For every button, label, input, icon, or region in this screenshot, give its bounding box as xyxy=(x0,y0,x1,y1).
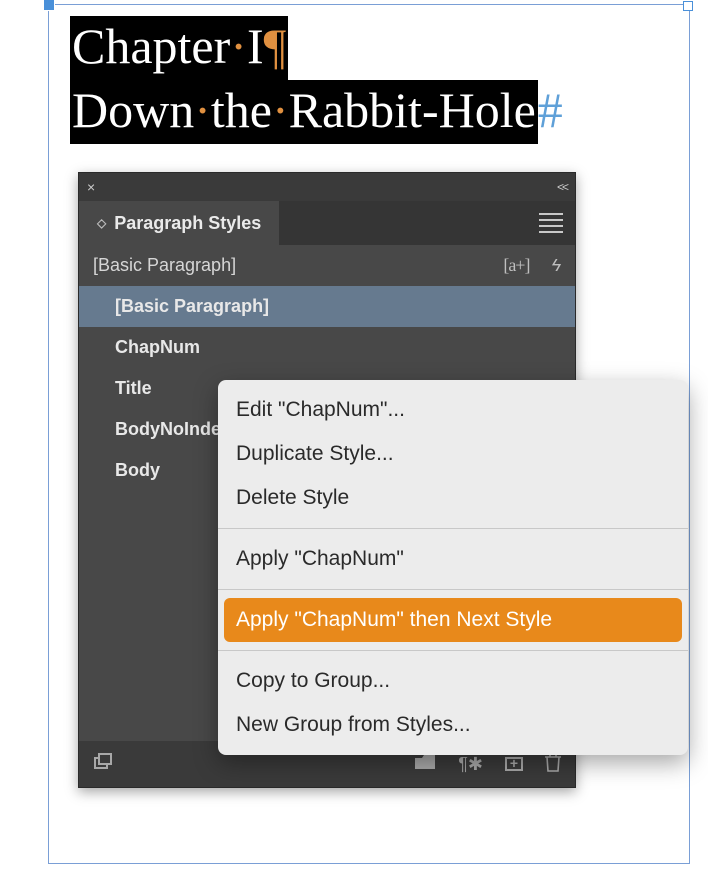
current-style-label: [Basic Paragraph] xyxy=(93,255,236,276)
menu-separator xyxy=(218,528,688,529)
current-style-row: [Basic Paragraph] [a+] ϟ xyxy=(79,245,575,286)
panel-menu-icon[interactable] xyxy=(539,213,563,233)
close-icon[interactable]: × xyxy=(87,179,95,195)
menu-separator xyxy=(218,650,688,651)
panel-tabrow: ◇ Paragraph Styles xyxy=(79,201,575,245)
quick-apply-icon[interactable]: ϟ xyxy=(551,255,561,276)
collapse-icon[interactable]: << xyxy=(557,180,567,194)
text-run: Chapter xyxy=(72,18,230,74)
tab-paragraph-styles[interactable]: ◇ Paragraph Styles xyxy=(79,201,279,246)
new-style-icon[interactable] xyxy=(505,757,523,771)
text-run: Rabbit-Hole xyxy=(289,82,536,138)
delete-style-icon[interactable] xyxy=(545,752,561,777)
new-group-icon[interactable] xyxy=(414,753,436,776)
pilcrow-marker: ¶ xyxy=(264,18,287,74)
text-run: I xyxy=(247,18,264,74)
panel-titlebar: × << xyxy=(79,173,575,201)
context-menu: Edit "ChapNum"...Duplicate Style...Delet… xyxy=(218,380,688,755)
groups-toggle-icon[interactable] xyxy=(93,753,113,776)
menu-item[interactable]: Apply "ChapNum" xyxy=(218,537,688,581)
panel-title: Paragraph Styles xyxy=(114,213,261,234)
style-override-icon[interactable]: [a+] xyxy=(503,255,529,276)
menu-item[interactable]: Delete Style xyxy=(218,476,688,520)
menu-item[interactable]: Duplicate Style... xyxy=(218,432,688,476)
text-run: the xyxy=(211,82,272,138)
sort-icon: ◇ xyxy=(97,216,106,230)
menu-item[interactable]: New Group from Styles... xyxy=(218,703,688,747)
menu-item[interactable]: Copy to Group... xyxy=(218,659,688,703)
style-item[interactable]: [Basic Paragraph] xyxy=(79,286,575,327)
document-text[interactable]: Chapter·I¶ Down·the·Rabbit-Hole# xyxy=(70,16,563,144)
end-of-story-marker: # xyxy=(538,82,563,138)
space-marker: · xyxy=(272,82,289,138)
space-marker: · xyxy=(194,82,211,138)
clear-overrides-icon[interactable]: ¶✱ xyxy=(458,754,483,775)
style-item[interactable]: ChapNum xyxy=(79,327,575,368)
text-run: Down xyxy=(72,82,194,138)
menu-item[interactable]: Edit "ChapNum"... xyxy=(218,388,688,432)
menu-separator xyxy=(218,589,688,590)
menu-item[interactable]: Apply "ChapNum" then Next Style xyxy=(224,598,682,642)
space-marker: · xyxy=(230,18,247,74)
